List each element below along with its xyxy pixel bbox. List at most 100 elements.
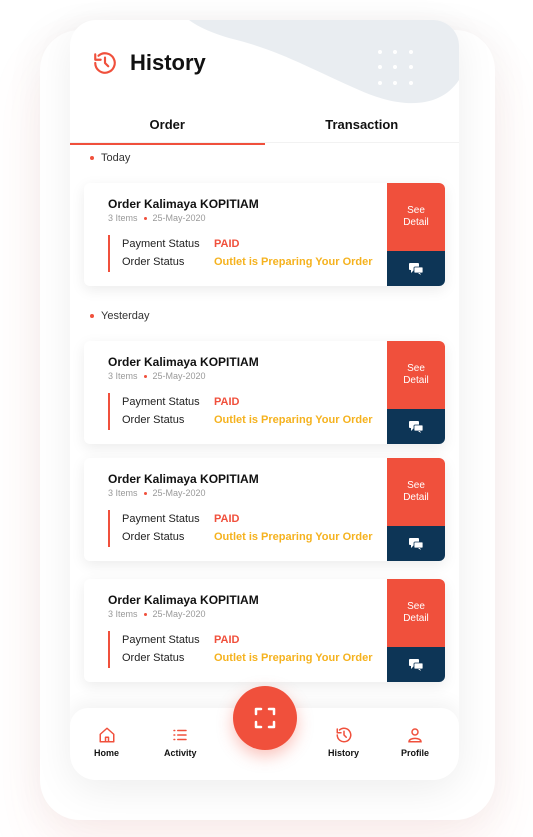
- order-status-label: Order Status: [122, 531, 185, 543]
- nav-history[interactable]: History: [328, 726, 359, 758]
- order-card: Order Kalimaya KOPITIAM 3 Items 25-May-2…: [84, 458, 445, 561]
- bullet-dot: [143, 216, 147, 220]
- order-status-row: Order Status Outlet is Preparing Your Or…: [122, 411, 373, 429]
- see-detail-button[interactable]: See Detail: [387, 183, 445, 251]
- see-detail-button[interactable]: See Detail: [387, 579, 445, 647]
- order-date: 25-May-2020: [152, 371, 206, 381]
- chat-icon: [409, 420, 423, 433]
- phone-screen: History Order Transaction Today Order Ka…: [70, 20, 459, 780]
- order-status-row: Order Status Outlet is Preparing Your Or…: [122, 649, 373, 667]
- order-items: 3 Items: [108, 609, 138, 619]
- order-title: Order Kalimaya KOPITIAM: [108, 197, 259, 211]
- scan-icon: [254, 707, 276, 729]
- order-info: Order Kalimaya KOPITIAM 3 Items 25-May-2…: [108, 355, 388, 381]
- list-icon: [173, 729, 187, 741]
- chat-icon: [409, 658, 423, 671]
- page-header: History: [92, 50, 206, 76]
- order-meta: 3 Items 25-May-2020: [108, 488, 388, 498]
- see-detail-label-line1: See: [407, 601, 425, 612]
- nav-profile[interactable]: Profile: [401, 726, 429, 758]
- order-info: Order Kalimaya KOPITIAM 3 Items 25-May-2…: [108, 593, 388, 619]
- nav-history-label: History: [328, 748, 360, 758]
- payment-status-label: Payment Status: [122, 238, 200, 250]
- payment-status-label: Payment Status: [122, 396, 200, 408]
- order-meta: 3 Items 25-May-2020: [108, 213, 388, 223]
- see-detail-button[interactable]: See Detail: [387, 341, 445, 409]
- order-card: Order Kalimaya KOPITIAM 3 Items 25-May-2…: [84, 341, 445, 444]
- profile-icon: [408, 728, 422, 743]
- bullet-dot: [90, 314, 94, 318]
- order-items: 3 Items: [108, 213, 138, 223]
- payment-status-value: PAID: [214, 634, 240, 646]
- payment-status-label: Payment Status: [122, 513, 200, 525]
- order-title: Order Kalimaya KOPITIAM: [108, 593, 259, 607]
- order-title: Order Kalimaya KOPITIAM: [108, 355, 259, 369]
- order-info: Order Kalimaya KOPITIAM 3 Items 25-May-2…: [108, 197, 388, 223]
- page-title: History: [130, 50, 206, 75]
- nav-home[interactable]: Home: [94, 726, 119, 758]
- order-status-value: Outlet is Preparing Your Order: [214, 414, 373, 426]
- order-items: 3 Items: [108, 488, 138, 498]
- see-detail-label-line1: See: [407, 363, 425, 374]
- order-status-value: Outlet is Preparing Your Order: [214, 256, 373, 268]
- section-label-text: Yesterday: [101, 310, 150, 322]
- status-block: Payment Status PAID Order Status Outlet …: [108, 631, 373, 668]
- see-detail-label-line2: Detail: [403, 613, 429, 624]
- order-meta: 3 Items 25-May-2020: [108, 609, 388, 619]
- history-icon: [336, 727, 351, 743]
- section-label-today: Today: [90, 152, 130, 164]
- nav-activity-label: Activity: [164, 748, 197, 758]
- bullet-dot: [143, 491, 147, 495]
- order-status-label: Order Status: [122, 652, 185, 664]
- order-items: 3 Items: [108, 371, 138, 381]
- payment-status-value: PAID: [214, 513, 240, 525]
- bullet-dot: [90, 156, 94, 160]
- order-status-label: Order Status: [122, 414, 185, 426]
- order-card: Order Kalimaya KOPITIAM 3 Items 25-May-2…: [84, 579, 445, 682]
- see-detail-label-line1: See: [407, 205, 425, 216]
- section-label-yesterday: Yesterday: [90, 310, 150, 322]
- payment-status-row: Payment Status PAID: [122, 393, 373, 411]
- chat-button[interactable]: [387, 647, 445, 682]
- home-icon: [99, 727, 114, 743]
- order-date: 25-May-2020: [152, 488, 206, 498]
- status-block: Payment Status PAID Order Status Outlet …: [108, 235, 373, 272]
- decorative-dots: [378, 50, 418, 90]
- payment-status-label: Payment Status: [122, 634, 200, 646]
- nav-profile-label: Profile: [401, 748, 430, 758]
- chat-button[interactable]: [387, 251, 445, 286]
- payment-status-row: Payment Status PAID: [122, 631, 373, 649]
- header-wave-decoration: [189, 20, 459, 104]
- payment-status-row: Payment Status PAID: [122, 510, 373, 528]
- tab-order[interactable]: Order: [70, 117, 265, 145]
- status-block: Payment Status PAID Order Status Outlet …: [108, 393, 373, 430]
- status-block: Payment Status PAID Order Status Outlet …: [108, 510, 373, 547]
- history-icon: [94, 52, 116, 74]
- see-detail-button[interactable]: See Detail: [387, 458, 445, 526]
- chat-icon: [409, 537, 423, 550]
- section-label-text: Today: [101, 152, 131, 164]
- tab-divider: [70, 142, 459, 143]
- order-title: Order Kalimaya KOPITIAM: [108, 472, 259, 486]
- see-detail-label-line2: Detail: [403, 217, 429, 228]
- order-card: Order Kalimaya KOPITIAM 3 Items 25-May-2…: [84, 183, 445, 286]
- order-status-row: Order Status Outlet is Preparing Your Or…: [122, 253, 373, 271]
- bullet-dot: [143, 612, 147, 616]
- tab-transaction[interactable]: Transaction: [265, 117, 460, 143]
- order-status-value: Outlet is Preparing Your Order: [214, 531, 373, 543]
- nav-activity[interactable]: Activity: [164, 726, 197, 758]
- chat-button[interactable]: [387, 526, 445, 561]
- payment-status-value: PAID: [214, 396, 240, 408]
- order-status-label: Order Status: [122, 256, 185, 268]
- order-meta: 3 Items 25-May-2020: [108, 371, 388, 381]
- chat-button[interactable]: [387, 409, 445, 444]
- chat-icon: [409, 262, 423, 275]
- see-detail-label-line1: See: [407, 480, 425, 491]
- order-date: 25-May-2020: [152, 609, 206, 619]
- order-status-row: Order Status Outlet is Preparing Your Or…: [122, 528, 373, 546]
- scan-button[interactable]: [233, 686, 297, 750]
- see-detail-label-line2: Detail: [403, 492, 429, 503]
- nav-home-label: Home: [94, 748, 120, 758]
- bullet-dot: [143, 374, 147, 378]
- payment-status-value: PAID: [214, 238, 240, 250]
